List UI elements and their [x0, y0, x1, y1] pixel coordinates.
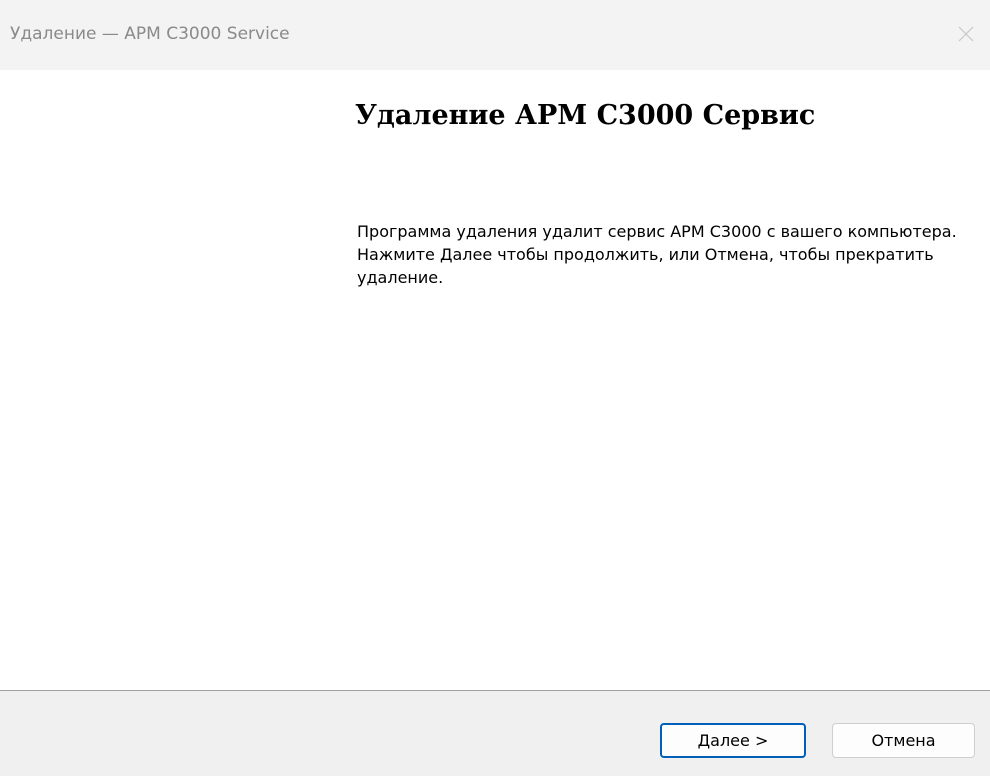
title-bar: Удаление — APM C3000 Service: [0, 0, 990, 70]
page-description: Программа удаления удалит сервис АРМ С30…: [357, 222, 957, 287]
uninstall-dialog: Удаление — APM C3000 Service Удаление АР…: [0, 0, 990, 776]
close-button[interactable]: [944, 0, 990, 70]
wizard-side-panel: [0, 70, 340, 690]
wizard-content: Удаление АРМ С3000 Сервис Программа удал…: [0, 70, 990, 690]
button-bar: Далее > Отмена: [0, 690, 990, 776]
cancel-button[interactable]: Отмена: [832, 723, 975, 758]
close-icon: [958, 26, 974, 42]
window-title: Удаление — APM C3000 Service: [10, 24, 290, 44]
next-button[interactable]: Далее >: [660, 723, 806, 758]
page-title: Удаление АРМ С3000 Сервис: [355, 100, 816, 131]
